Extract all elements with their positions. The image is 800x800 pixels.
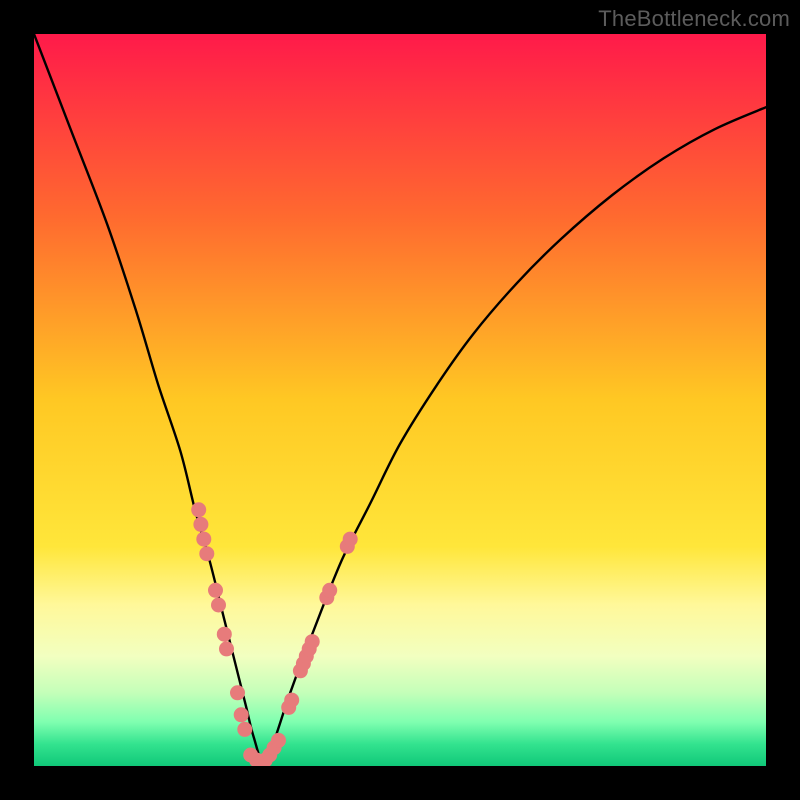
data-point bbox=[191, 502, 206, 517]
data-point bbox=[193, 517, 208, 532]
data-point bbox=[211, 598, 226, 613]
data-point bbox=[234, 707, 249, 722]
data-point bbox=[305, 634, 320, 649]
plot-area bbox=[34, 34, 766, 766]
data-point bbox=[284, 693, 299, 708]
bottleneck-curve bbox=[34, 34, 766, 766]
data-point bbox=[230, 685, 245, 700]
data-point bbox=[322, 583, 337, 598]
chart-frame: TheBottleneck.com bbox=[0, 0, 800, 800]
data-point bbox=[219, 641, 234, 656]
data-point bbox=[199, 546, 214, 561]
data-point bbox=[237, 722, 252, 737]
data-points bbox=[191, 502, 358, 766]
watermark-text: TheBottleneck.com bbox=[598, 6, 790, 32]
data-point bbox=[196, 532, 211, 547]
data-point bbox=[343, 532, 358, 547]
data-point bbox=[208, 583, 223, 598]
data-point bbox=[217, 627, 232, 642]
data-point bbox=[271, 733, 286, 748]
bottleneck-curve-layer bbox=[34, 34, 766, 766]
